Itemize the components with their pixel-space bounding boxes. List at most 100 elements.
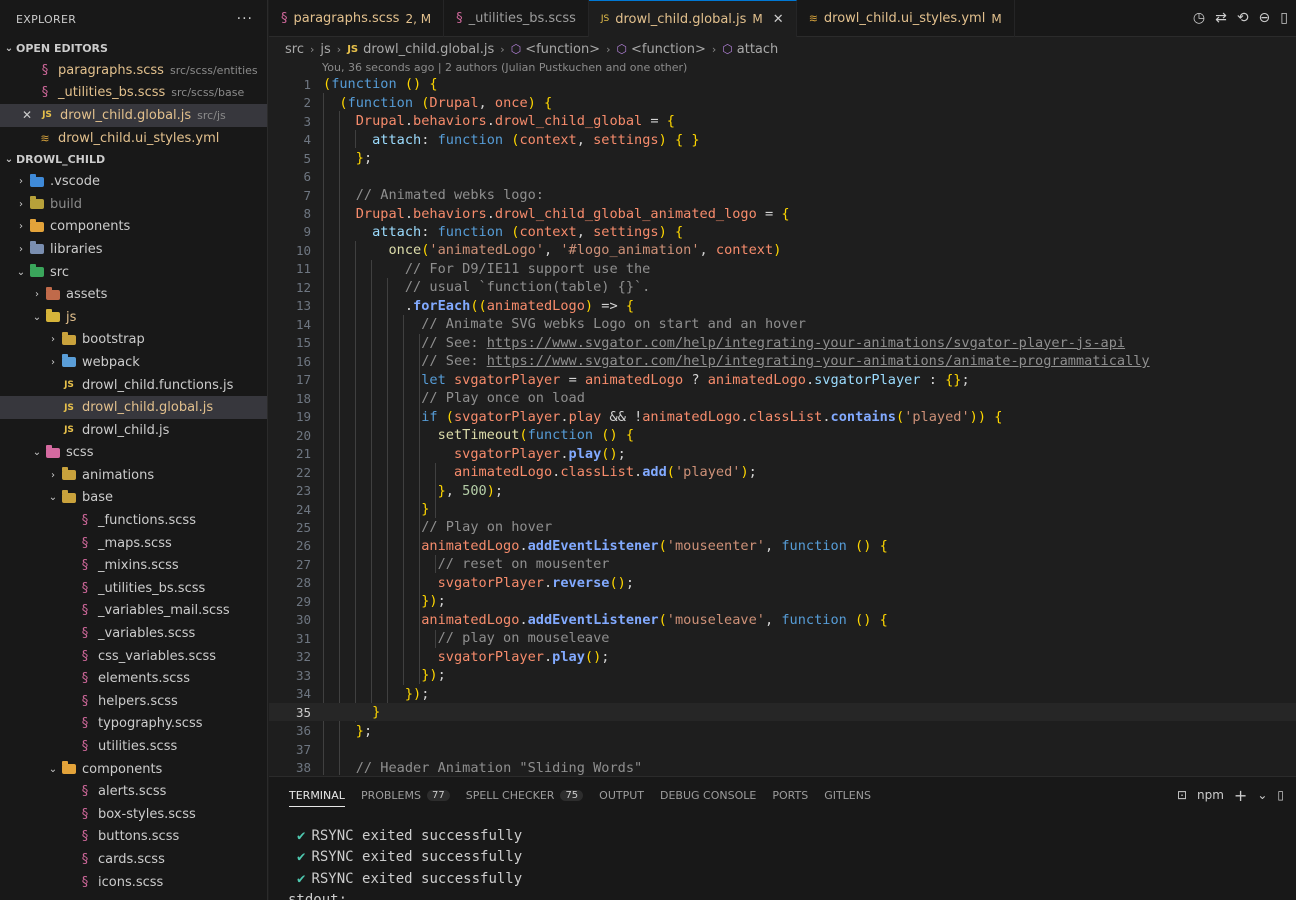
breadcrumb-item[interactable]: <function> xyxy=(631,42,706,57)
code-line[interactable]: 34 }); xyxy=(269,684,1296,702)
tree-file[interactable]: JS drowl_child.functions.js xyxy=(0,374,267,397)
editor-tab[interactable]: JS drowl_child.global.js M ✕ xyxy=(588,0,797,37)
code-line[interactable]: 23 }, 500); xyxy=(269,481,1296,499)
code-line[interactable]: 32 svgatorPlayer.play(); xyxy=(269,648,1296,666)
tree-file[interactable]: § css_variables.scss xyxy=(0,645,267,668)
code-line[interactable]: 37 xyxy=(269,740,1296,758)
project-section[interactable]: ⌄ DROWL_CHILD xyxy=(0,149,267,170)
tree-file[interactable]: § icons.scss xyxy=(0,871,267,894)
code-line[interactable]: 14 // Animate SVG webks Logo on start an… xyxy=(269,315,1296,333)
tree-file[interactable]: § _variables_mail.scss xyxy=(0,600,267,623)
chevron-right-icon[interactable]: › xyxy=(46,357,60,368)
split-terminal-icon[interactable]: ▯ xyxy=(1277,788,1284,802)
breadcrumb-item[interactable]: js xyxy=(320,42,330,57)
tree-file[interactable]: § _utilities_bs.scss xyxy=(0,577,267,600)
tree-file[interactable]: § _variables.scss xyxy=(0,622,267,645)
editor-tab[interactable]: § _utilities_bs.scss xyxy=(444,0,589,37)
tree-folder[interactable]: › libraries xyxy=(0,238,267,261)
code-line[interactable]: 21 svgatorPlayer.play(); xyxy=(269,444,1296,462)
shell-label[interactable]: npm xyxy=(1197,788,1224,802)
tree-file[interactable]: § _functions.scss xyxy=(0,509,267,532)
code-line[interactable]: 2 (function (Drupal, once) { xyxy=(269,93,1296,111)
tree-file[interactable]: JS drowl_child.global.js xyxy=(0,396,267,419)
history-icon[interactable]: ◷ xyxy=(1193,10,1205,26)
tree-folder[interactable]: ⌄ scss xyxy=(0,442,267,465)
code-line[interactable]: 24 } xyxy=(269,500,1296,518)
tree-folder[interactable]: › bootstrap xyxy=(0,329,267,352)
code-line[interactable]: 1 (function () { xyxy=(269,75,1296,93)
tree-folder[interactable]: › webpack xyxy=(0,351,267,374)
terminal-icon[interactable]: ⊡ xyxy=(1177,788,1187,802)
code-line[interactable]: 18 // Play once on load xyxy=(269,389,1296,407)
tree-file[interactable]: § typography.scss xyxy=(0,713,267,736)
code-line[interactable]: 33 }); xyxy=(269,666,1296,684)
go-back-icon[interactable]: ⟲ xyxy=(1237,10,1249,26)
code-line[interactable]: 30 animatedLogo.addEventListener('mousel… xyxy=(269,611,1296,629)
tree-folder[interactable]: › build xyxy=(0,193,267,216)
terminal-output[interactable]: ✔ RSYNC exited successfully ✔ RSYNC exited … xyxy=(269,813,1296,900)
tree-folder[interactable]: › animations xyxy=(0,464,267,487)
panel-tab[interactable]: TERMINAL xyxy=(281,777,353,813)
code-line[interactable]: 12 // usual `function(table) {}`. xyxy=(269,278,1296,296)
tree-file[interactable]: § helpers.scss xyxy=(0,690,267,713)
open-editors-section[interactable]: ⌄ OPEN EDITORS xyxy=(0,38,267,59)
code-line[interactable]: 38 // Header Animation "Sliding Words" xyxy=(269,758,1296,775)
code-line[interactable]: 31 // play on mouseleave xyxy=(269,629,1296,647)
panel-tab[interactable]: GITLENS xyxy=(816,777,879,813)
code-line[interactable]: 25 // Play on hover xyxy=(269,518,1296,536)
tree-folder[interactable]: › components xyxy=(0,216,267,239)
code-line[interactable]: 28 svgatorPlayer.reverse(); xyxy=(269,574,1296,592)
panel-tab[interactable]: PORTS xyxy=(764,777,816,813)
code-line[interactable]: 19 if (svgatorPlayer.play && !animatedLo… xyxy=(269,407,1296,425)
chevron-right-icon[interactable]: › xyxy=(46,334,60,345)
tree-file[interactable]: § _mixins.scss xyxy=(0,554,267,577)
code-line[interactable]: 7 // Animated webks logo: xyxy=(269,186,1296,204)
code-line[interactable]: 9 attach: function (context, settings) { xyxy=(269,223,1296,241)
code-line[interactable]: 20 setTimeout(function () { xyxy=(269,426,1296,444)
close-icon[interactable]: ✕ xyxy=(20,108,34,122)
panel-tab[interactable]: PROBLEMS 77 xyxy=(353,777,458,813)
open-editor-item[interactable]: ≋ drowl_child.ui_styles.yml xyxy=(0,127,267,150)
code-line[interactable]: 11 // For D9/IE11 support use the xyxy=(269,260,1296,278)
tree-file[interactable]: § alerts.scss xyxy=(0,780,267,803)
editor-tab[interactable]: ≋ drowl_child.ui_styles.yml M xyxy=(797,0,1015,37)
compare-changes-icon[interactable]: ⇄ xyxy=(1215,10,1227,26)
open-editor-item[interactable]: § paragraphs.scss src/scss/entities xyxy=(0,59,267,82)
chevron-right-icon[interactable]: › xyxy=(14,176,28,187)
code-line[interactable]: 4 attach: function (context, settings) {… xyxy=(269,130,1296,148)
chevron-down-icon[interactable]: ⌄ xyxy=(14,267,28,278)
chevron-down-icon[interactable]: ⌄ xyxy=(30,447,44,458)
chevron-down-icon[interactable]: ⌄ xyxy=(46,492,60,503)
chevron-down-icon[interactable]: ⌄ xyxy=(1257,788,1267,802)
tree-folder[interactable]: ⌄ src xyxy=(0,261,267,284)
code-line[interactable]: 16 // See: https://www.svgator.com/help/… xyxy=(269,352,1296,370)
git-blame-annotation[interactable]: You, 36 seconds ago | 2 authors (Julian … xyxy=(322,61,687,74)
code-editor[interactable]: You, 36 seconds ago | 2 authors (Julian … xyxy=(269,60,1296,775)
tree-folder[interactable]: ⌄ components xyxy=(0,758,267,781)
tree-file[interactable]: § _maps.scss xyxy=(0,532,267,555)
panel-tab[interactable]: DEBUG CONSOLE xyxy=(652,777,764,813)
tree-folder[interactable]: › assets xyxy=(0,283,267,306)
open-editor-item[interactable]: § _utilities_bs.scss src/scss/base xyxy=(0,82,267,105)
breadcrumb-item[interactable]: src xyxy=(285,42,304,57)
code-line[interactable]: 3 Drupal.behaviors.drowl_child_global = … xyxy=(269,112,1296,130)
tree-folder[interactable]: › .vscode xyxy=(0,170,267,193)
panel-tab[interactable]: OUTPUT xyxy=(591,777,652,813)
code-line[interactable]: 10 once('animatedLogo', '#logo_animation… xyxy=(269,241,1296,259)
tree-file[interactable]: § buttons.scss xyxy=(0,826,267,849)
tree-file[interactable]: § cards.scss xyxy=(0,848,267,871)
tree-folder[interactable]: ⌄ js xyxy=(0,306,267,329)
open-editor-item[interactable]: ✕ JS drowl_child.global.js src/js xyxy=(0,104,267,127)
new-terminal-icon[interactable]: + xyxy=(1234,786,1247,805)
breadcrumb-item[interactable]: attach xyxy=(737,42,779,57)
tree-file[interactable]: § box-styles.scss xyxy=(0,803,267,826)
close-icon[interactable]: ✕ xyxy=(773,12,784,27)
chevron-right-icon[interactable]: › xyxy=(14,221,28,232)
tree-folder[interactable]: ⌄ base xyxy=(0,487,267,510)
code-line[interactable]: 35 } xyxy=(269,702,1296,722)
tree-file[interactable]: § utilities.scss xyxy=(0,735,267,758)
breadcrumb-item[interactable]: <function> xyxy=(525,42,600,57)
more-actions-icon[interactable]: ··· xyxy=(237,11,253,27)
chevron-right-icon[interactable]: › xyxy=(14,199,28,210)
editor-tab[interactable]: § paragraphs.scss 2, M xyxy=(269,0,445,37)
